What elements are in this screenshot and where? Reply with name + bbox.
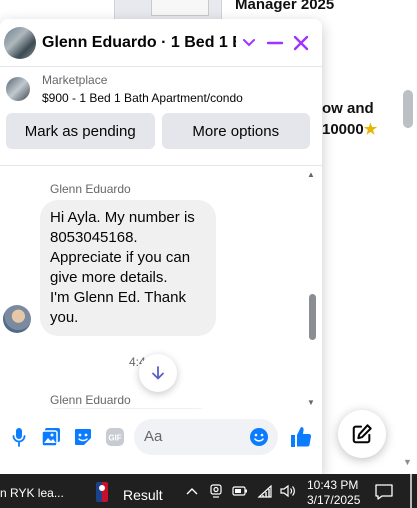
notifications-button[interactable] [375, 484, 393, 500]
arrow-down-icon [152, 366, 164, 380]
background-promo-line2: 10000★ [322, 120, 377, 138]
message-line: I'm Glenn Ed. Thank [50, 289, 186, 306]
message-line: 8053045168. [50, 229, 138, 246]
nba-logo-icon[interactable] [96, 482, 108, 502]
chevron-down-icon[interactable]: ▼ [307, 398, 315, 407]
minimize-icon [266, 41, 284, 44]
thumbs-up-icon [291, 426, 312, 447]
marketplace-listing[interactable]: Marketplace $900 - 1 Bed 1 Bath Apartmen… [0, 67, 322, 111]
listing-text: Marketplace $900 - 1 Bed 1 Bath Apartmen… [42, 73, 243, 105]
taskbar-result-label[interactable]: Result [123, 487, 163, 503]
message-input-wrapper[interactable] [134, 418, 278, 455]
page-scroll-down-icon[interactable]: ▼ [403, 457, 412, 467]
gif-icon: GIF [106, 427, 124, 446]
message-input[interactable] [144, 428, 244, 445]
volume-tray-button[interactable] [279, 483, 297, 499]
new-message-button[interactable] [338, 410, 386, 458]
listing-title: $900 - 1 Bed 1 Bath Apartment/condo [42, 91, 243, 105]
background-promo-amount: 10000 [322, 121, 364, 138]
message-scrollbar-thumb[interactable] [309, 294, 316, 340]
listing-thumbnail [6, 77, 30, 101]
emoji-button[interactable] [248, 426, 270, 448]
message-sender-name: Glenn Eduardo [50, 393, 131, 407]
battery-icon [232, 486, 247, 496]
camera-icon [210, 484, 222, 498]
chevron-up-icon[interactable]: ▲ [307, 170, 315, 179]
scroll-to-bottom-button[interactable] [139, 354, 177, 392]
camera-tray-button[interactable] [207, 483, 225, 499]
background-title: Manager 2025 [235, 0, 335, 13]
message-list[interactable]: Glenn Eduardo Hi Ayla. My number is 8053… [0, 165, 322, 409]
listing-actions: Mark as pending More options [0, 111, 322, 149]
compose-icon [352, 424, 372, 444]
nba-logo-head [99, 485, 105, 491]
message-composer: GIF [0, 409, 322, 474]
close-icon [293, 35, 309, 50]
mark-as-pending-button[interactable]: Mark as pending [6, 113, 155, 149]
taskbar-app-label[interactable]: n RYK lea... [0, 486, 64, 500]
background-promo-line1: ow and [322, 100, 374, 117]
volume-icon [280, 484, 295, 498]
battery-tray-button[interactable] [231, 483, 249, 499]
contact-avatar[interactable] [4, 26, 36, 59]
wifi-tray-button[interactable] [256, 483, 274, 499]
minimize-chat-button[interactable] [262, 30, 288, 56]
message-sender-name: Glenn Eduardo [50, 182, 131, 196]
taskbar-clock[interactable]: 10:43 PM 3/17/2025 [307, 478, 360, 508]
show-hidden-icons-button[interactable] [183, 483, 201, 499]
background-product-image [151, 0, 209, 16]
notification-icon [375, 484, 393, 500]
clock-time: 10:43 PM [307, 478, 359, 492]
more-options-button[interactable]: More options [161, 113, 310, 149]
wifi-icon [257, 484, 272, 498]
chat-options-button[interactable] [236, 30, 262, 56]
windows-taskbar: n RYK lea... Result 10:43 PM 3/17/2025 [0, 474, 417, 508]
sticker-icon [75, 428, 91, 445]
page-scrollbar-thumb[interactable] [403, 90, 413, 128]
svg-text:GIF: GIF [108, 433, 121, 442]
send-like-button[interactable] [288, 423, 314, 451]
gif-button[interactable]: GIF [102, 423, 128, 451]
chat-header[interactable]: Glenn Eduardo · 1 Bed 1 Ba... [0, 19, 322, 67]
star-icon: ★ [363, 121, 378, 138]
message-line: give more details. [50, 269, 168, 286]
message-line: Hi Ayla. My number is [50, 209, 195, 226]
emoji-icon [250, 427, 268, 446]
message-line: Appreciate if you can [50, 249, 191, 266]
listing-category: Marketplace [42, 73, 108, 87]
chat-title[interactable]: Glenn Eduardo · 1 Bed 1 Ba... [42, 34, 236, 52]
message-bubble[interactable]: Hi Ayla. My number is 8053045168. Apprec… [40, 200, 216, 336]
show-desktop-button[interactable] [410, 474, 412, 508]
clock-date: 3/17/2025 [307, 493, 361, 507]
sender-avatar[interactable] [3, 305, 31, 333]
chevron-up-icon [186, 488, 198, 495]
attach-photo-button[interactable] [38, 423, 64, 451]
photo-icon [41, 427, 60, 447]
sticker-button[interactable] [70, 423, 96, 451]
voice-clip-button[interactable] [6, 423, 32, 451]
close-chat-button[interactable] [288, 30, 314, 56]
microphone-icon [12, 427, 26, 447]
chevron-down-icon [243, 38, 255, 46]
message-line: you. [50, 309, 79, 326]
chat-window: Glenn Eduardo · 1 Bed 1 Ba... Marketplac… [0, 19, 322, 474]
